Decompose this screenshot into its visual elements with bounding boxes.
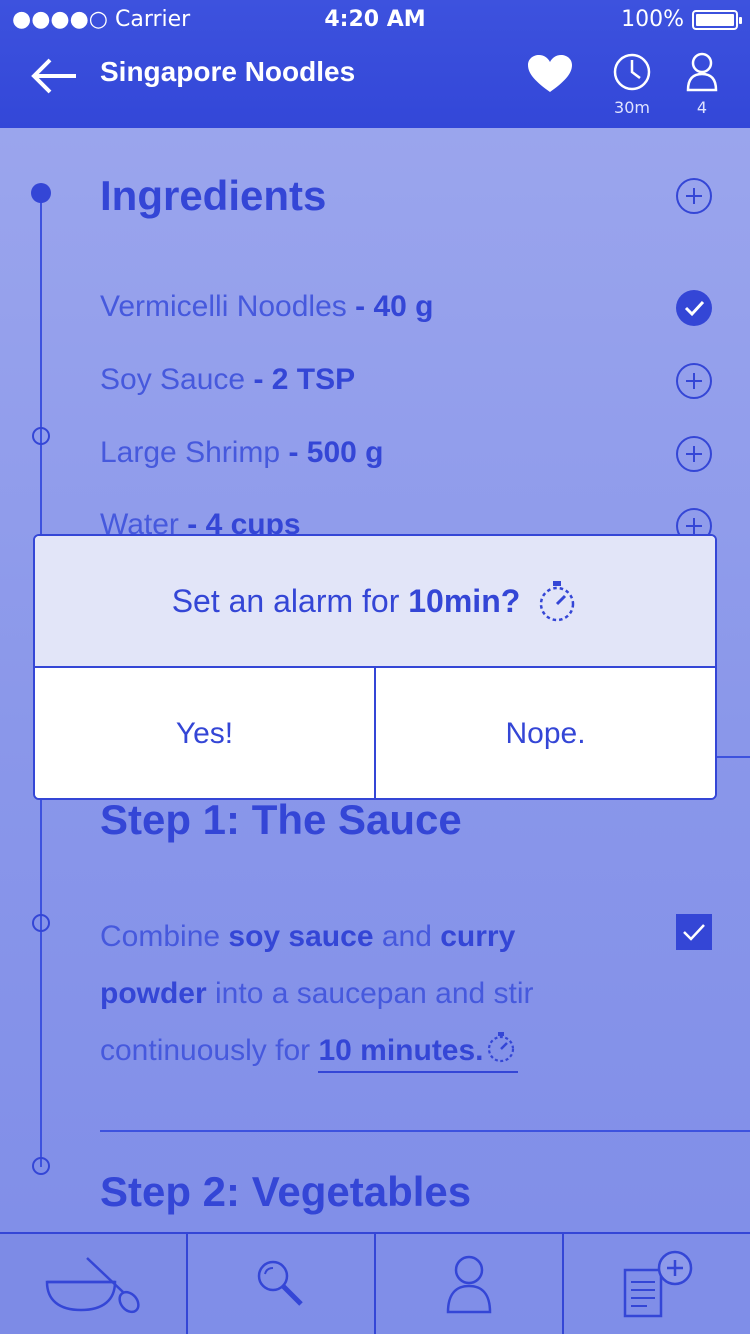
- add-document-icon: [623, 1250, 693, 1318]
- stopwatch-icon: [540, 581, 575, 622]
- ingredient-name: Vermicelli Noodles: [100, 290, 347, 323]
- ingredient-item: Large Shrimp - 500 g: [100, 436, 383, 470]
- ingredient-amount: - 40 g: [355, 290, 434, 323]
- alarm-message: Set an alarm for 10min?: [35, 536, 715, 668]
- ingredient-amount: - 500 g: [288, 436, 384, 469]
- add-circle-icon[interactable]: [676, 436, 712, 472]
- person-icon: [446, 1255, 492, 1314]
- battery-percent: 100%: [621, 7, 684, 32]
- step1-instructions: Combine soy sauce and curry powder into …: [100, 908, 620, 1079]
- ingredients-title: Ingredients: [100, 172, 327, 219]
- battery-icon: [692, 9, 742, 30]
- search-icon: [257, 1260, 303, 1306]
- ingredient-item: Vermicelli Noodles - 40 g: [100, 290, 433, 324]
- alarm-prefix: Set an alarm for: [171, 582, 400, 619]
- person-icon: [686, 52, 718, 92]
- battery-status: 100%: [621, 7, 742, 32]
- add-ingredients-icon[interactable]: [676, 178, 712, 214]
- alarm-duration: 10min?: [408, 582, 521, 619]
- heart-icon[interactable]: [526, 54, 574, 94]
- recipe-title: Singapore Noodles: [100, 56, 356, 87]
- timer-link[interactable]: 10 minutes.: [318, 1032, 518, 1073]
- bowl-spoon-icon: [45, 1257, 140, 1314]
- timer-duration: 10 minutes.: [318, 1034, 484, 1067]
- tab-add-recipe[interactable]: [562, 1234, 750, 1334]
- ingredient-item: Soy Sauce - 2 TSP: [100, 363, 355, 397]
- timeline-dot: [32, 427, 50, 445]
- servings-count: 4: [696, 98, 708, 117]
- tab-cook[interactable]: [0, 1234, 186, 1334]
- cook-time[interactable]: 30m: [606, 52, 658, 117]
- alarm-yes-button[interactable]: Yes!: [35, 668, 374, 798]
- step1-title: Step 1: The Sauce: [100, 796, 462, 843]
- step2-title: Step 2: Vegetables: [100, 1168, 472, 1215]
- status-bar: ●●●●○ Carrier 4:20 AM 100%: [0, 0, 750, 40]
- ingredient-name: Large Shrimp: [100, 436, 281, 469]
- cook-time-label: 30m: [614, 98, 650, 117]
- checked-circle-icon[interactable]: [676, 290, 712, 326]
- step-text-bold: soy sauce: [228, 920, 374, 953]
- step1-checkbox[interactable]: [676, 914, 712, 950]
- tab-search[interactable]: [186, 1234, 374, 1334]
- back-arrow-icon[interactable]: [30, 56, 78, 96]
- alarm-dialog: Set an alarm for 10min? Yes! Nope.: [33, 534, 717, 800]
- clock-icon: [613, 53, 651, 91]
- step-text-part: Combine: [100, 920, 229, 953]
- bottom-tab-bar: [0, 1232, 750, 1334]
- alarm-no-button[interactable]: Nope.: [374, 668, 715, 798]
- ingredient-name: Soy Sauce: [100, 363, 246, 396]
- stopwatch-icon: [487, 1032, 514, 1063]
- add-circle-icon[interactable]: [676, 363, 712, 399]
- timeline-dot: [32, 1157, 50, 1175]
- timeline-dot: [32, 914, 50, 932]
- servings[interactable]: 4: [680, 52, 724, 117]
- step-text-part: and: [373, 920, 441, 953]
- timeline-dot-active: [31, 183, 51, 203]
- section-divider: [100, 1130, 750, 1132]
- ingredient-amount: - 2 TSP: [253, 363, 356, 396]
- tab-profile[interactable]: [374, 1234, 562, 1334]
